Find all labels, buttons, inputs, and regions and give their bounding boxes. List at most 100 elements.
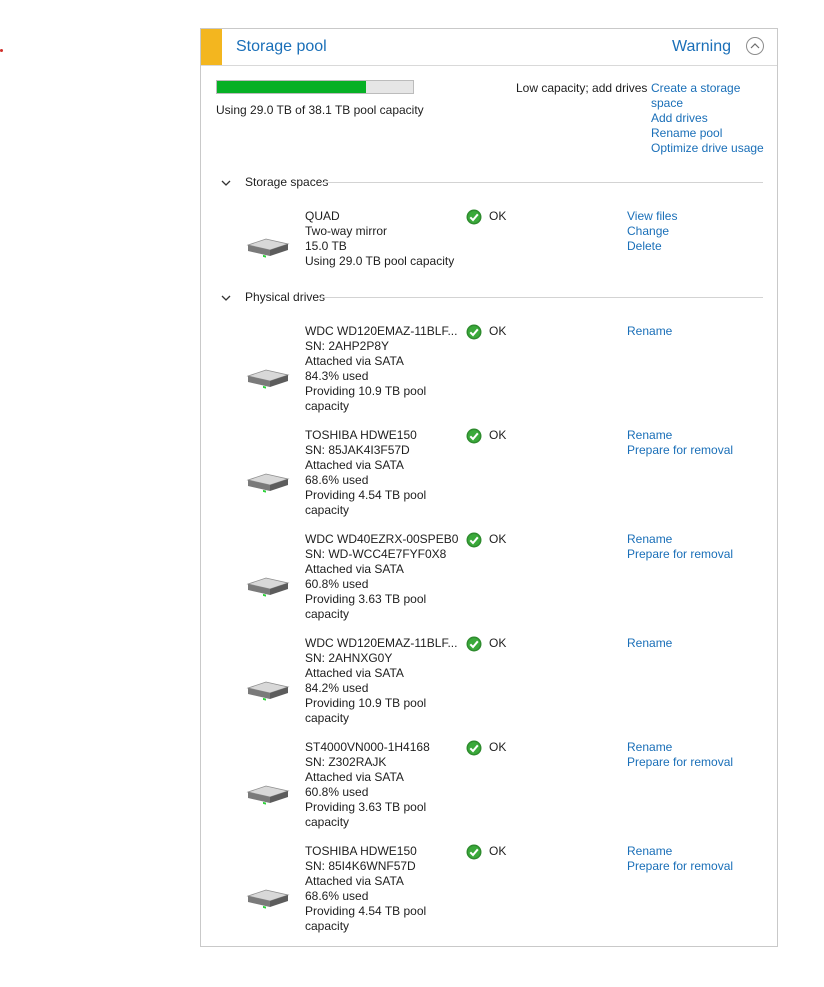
pool-header: Storage pool Warning <box>201 29 777 66</box>
red-dot-marker <box>0 49 3 52</box>
drive-providing: Providing 3.63 TB pool <box>305 592 427 606</box>
physical-drive-item: WDC WD120EMAZ-11BLF... SN: 2AHNXG0Y Attach… <box>201 636 777 731</box>
drive-model: WDC WD120EMAZ-11BLF... <box>305 324 458 338</box>
drive-connection: Attached via SATA <box>305 458 404 472</box>
drive-providing-unit: capacity <box>305 711 350 725</box>
prepare-for-removal-link[interactable]: Prepare for removal <box>627 859 733 874</box>
drive-model: WDC WD40EZRX-00SPEB0 <box>305 532 459 546</box>
drive-providing: Providing 4.54 TB pool <box>305 488 427 502</box>
physical-drive-item: WDC WD40EZRX-00SPEB0 SN: WD-WCC4E7FYF0X8 A… <box>201 532 777 627</box>
ok-check-icon <box>466 636 482 652</box>
status-label: OK <box>489 636 507 650</box>
pool-usage-text: Using 29.0 TB of 38.1 TB pool capacity <box>216 103 424 117</box>
drive-used: 68.6% used <box>305 473 369 487</box>
ok-check-icon <box>466 532 482 548</box>
drive-icon <box>246 679 290 704</box>
physical-drive-item: TOSHIBA HDWE150 SN: 85JAK4I3F57D Attached … <box>201 428 777 523</box>
pool-actions: Create a storage space Add drives Rename… <box>651 81 771 156</box>
drive-providing-unit: capacity <box>305 919 350 933</box>
drive-details: WDC WD120EMAZ-11BLF... SN: 2AHNXG0Y Attach… <box>305 636 457 726</box>
space-size: 15.0 TB <box>305 239 347 253</box>
prepare-for-removal-link[interactable]: Prepare for removal <box>627 755 733 770</box>
status-label: OK <box>489 532 507 546</box>
storage-space-item: QUAD Two-way mirror 15.0 TB Using 29.0 T… <box>201 209 777 269</box>
space-name: QUAD <box>305 209 340 223</box>
capacity-bar-fill <box>217 81 367 93</box>
drive-used: 60.8% used <box>305 577 369 591</box>
chevron-up-icon <box>750 43 760 49</box>
drive-icon <box>246 471 290 496</box>
status-label: OK <box>489 209 507 223</box>
drive-providing: Providing 4.54 TB pool <box>305 904 427 918</box>
drive-icon <box>246 783 290 808</box>
drive-serial: SN: 2AHP2P8Y <box>305 339 390 353</box>
drive-providing-unit: capacity <box>305 503 350 517</box>
drive-serial: SN: 85I4K6WNF57D <box>305 859 416 873</box>
drive-used: 84.2% used <box>305 681 369 695</box>
physical-drives-section[interactable]: Physical drives <box>221 290 763 306</box>
add-drives-link[interactable]: Add drives <box>651 111 771 126</box>
drive-links: Rename Prepare for removal <box>627 740 733 770</box>
physical-drive-item: ST4000VN000-1H4168 SN: Z302RAJK Attached v… <box>201 740 777 835</box>
drive-connection: Attached via SATA <box>305 770 404 784</box>
drive-used: 68.6% used <box>305 889 369 903</box>
drive-connection: Attached via SATA <box>305 354 404 368</box>
rename-drive-link[interactable]: Rename <box>627 532 733 547</box>
drive-used: 60.8% used <box>305 785 369 799</box>
create-storage-space-link[interactable]: Create a storage space <box>651 81 771 111</box>
storage-pool-panel: Storage pool Warning Using 29.0 TB of 38… <box>200 28 778 947</box>
drive-used: 84.3% used <box>305 369 369 383</box>
drive-providing-unit: capacity <box>305 399 350 413</box>
view-files-link[interactable]: View files <box>627 209 677 224</box>
chevron-down-icon[interactable] <box>221 293 231 303</box>
drive-model: ST4000VN000-1H4168 <box>305 740 430 754</box>
physical-drive-item: WDC WD120EMAZ-11BLF... SN: 2AHP2P8Y Attach… <box>201 324 777 419</box>
low-capacity-warning: Low capacity; add drives <box>516 81 648 95</box>
pool-title: Storage pool <box>236 38 327 55</box>
space-usage: Using 29.0 TB pool capacity <box>305 254 455 268</box>
rename-drive-link[interactable]: Rename <box>627 428 733 443</box>
space-links: View files Change Delete <box>627 209 677 254</box>
change-link[interactable]: Change <box>627 224 677 239</box>
chevron-down-icon[interactable] <box>221 178 231 188</box>
rename-pool-link[interactable]: Rename pool <box>651 126 771 141</box>
drive-model: TOSHIBA HDWE150 <box>305 844 417 858</box>
storage-spaces-section[interactable]: Storage spaces <box>221 175 763 191</box>
rename-drive-link[interactable]: Rename <box>627 324 672 339</box>
space-resiliency: Two-way mirror <box>305 224 388 238</box>
drive-links: Rename Prepare for removal <box>627 844 733 874</box>
drive-serial: SN: Z302RAJK <box>305 755 387 769</box>
section-divider <box>321 182 763 183</box>
ok-check-icon <box>466 209 482 225</box>
ok-check-icon <box>466 324 482 340</box>
drive-connection: Attached via SATA <box>305 666 404 680</box>
physical-drive-item: TOSHIBA HDWE150 SN: 85I4K6WNF57D Attached … <box>201 844 777 939</box>
drive-connection: Attached via SATA <box>305 562 404 576</box>
drive-providing: Providing 10.9 TB pool <box>305 384 427 398</box>
drive-icon <box>246 236 290 261</box>
prepare-for-removal-link[interactable]: Prepare for removal <box>627 547 733 562</box>
section-divider <box>321 297 763 298</box>
rename-drive-link[interactable]: Rename <box>627 740 733 755</box>
drive-serial: SN: 85JAK4I3F57D <box>305 443 410 457</box>
drive-providing: Providing 10.9 TB pool <box>305 696 427 710</box>
drive-details: WDC WD40EZRX-00SPEB0 SN: WD-WCC4E7FYF0X8 A… <box>305 532 458 622</box>
rename-drive-link[interactable]: Rename <box>627 636 672 651</box>
drive-connection: Attached via SATA <box>305 874 404 888</box>
prepare-for-removal-link[interactable]: Prepare for removal <box>627 443 733 458</box>
space-details: QUAD Two-way mirror 15.0 TB Using 29.0 T… <box>305 209 454 269</box>
drive-providing: Providing 3.63 TB pool <box>305 800 427 814</box>
drive-details: TOSHIBA HDWE150 SN: 85I4K6WNF57D Attached … <box>305 844 426 934</box>
optimize-drive-usage-link[interactable]: Optimize drive usage <box>651 141 771 156</box>
drive-serial: SN: WD-WCC4E7FYF0X8 <box>305 547 447 561</box>
rename-drive-link[interactable]: Rename <box>627 844 733 859</box>
status-label: OK <box>489 324 507 338</box>
status-label: OK <box>489 844 507 858</box>
status-label: OK <box>489 740 507 754</box>
delete-link[interactable]: Delete <box>627 239 677 254</box>
drive-serial: SN: 2AHNXG0Y <box>305 651 393 665</box>
drive-icon <box>246 887 290 912</box>
drive-icon <box>246 367 290 392</box>
physical-drives-heading: Physical drives <box>245 290 332 304</box>
collapse-button[interactable] <box>746 37 764 55</box>
